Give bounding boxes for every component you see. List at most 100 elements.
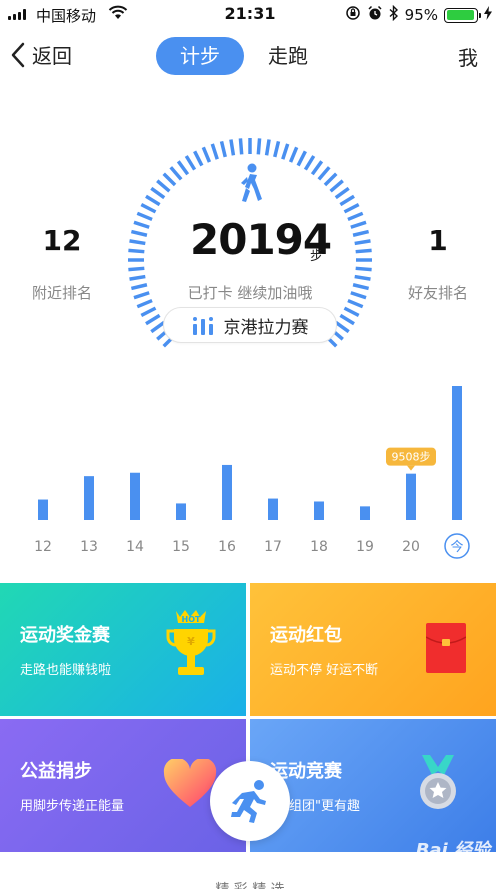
gauge-tick: [352, 229, 370, 237]
nearby-rank[interactable]: 12: [12, 224, 112, 257]
gauge-tick: [355, 248, 372, 254]
gauge-tick: [210, 143, 219, 160]
medal-icon: [416, 755, 460, 815]
start-run-button[interactable]: [210, 761, 290, 841]
gauge-tick: [145, 313, 161, 326]
chart-bar[interactable]: [38, 499, 48, 520]
chart-tick-label: 13: [80, 539, 98, 555]
bar-stats-icon: [192, 317, 213, 335]
card-title: 运动红包: [270, 625, 342, 646]
card-charity-steps[interactable]: 公益捐步 用脚步传递正能量: [0, 719, 246, 852]
trophy-icon: HOT ¥: [166, 609, 216, 689]
running-person-icon: [231, 780, 266, 823]
gauge-tick: [133, 220, 150, 229]
gauge-tick: [145, 194, 161, 207]
gauge-tick: [354, 239, 371, 246]
chart-tick-label: 16: [218, 539, 236, 555]
chart-bar[interactable]: [268, 498, 278, 520]
gauge-tick: [150, 186, 166, 200]
chart-tick-label: 今: [450, 539, 463, 555]
gauge-tick: [343, 203, 360, 214]
gauge-tick: [238, 138, 244, 155]
chevron-left-icon: [11, 42, 25, 67]
chart-tick-label: 20: [402, 539, 420, 555]
hot-badge: HOT: [182, 615, 201, 624]
gauge-tick: [156, 179, 171, 193]
gauge-tick: [288, 146, 299, 163]
gauge-tick: [347, 211, 364, 222]
chart-bar[interactable]: [176, 503, 186, 520]
red-envelope-icon: [425, 623, 467, 677]
chart-tick-label: 19: [356, 539, 374, 555]
race-label: 京港拉力赛: [223, 317, 309, 338]
chart-tick-label: 12: [34, 539, 52, 555]
gauge-tick: [140, 203, 157, 214]
gauge-tick: [354, 274, 371, 281]
card-subtitle: 运动不停 好运不断: [270, 663, 379, 678]
card-title: 公益捐步: [20, 761, 92, 782]
bluetooth-icon: [389, 4, 399, 25]
chart-tick-label: 14: [126, 539, 144, 555]
gauge-tick: [229, 139, 236, 156]
alarm-icon: [367, 5, 383, 25]
gauge-tick: [310, 160, 324, 176]
card-step-bonus-race[interactable]: 运动奖金赛 走路也能赚钱啦 HOT ¥: [0, 583, 246, 716]
gauge-tick: [355, 266, 372, 272]
nav-bar: 返回 计步 走跑 我: [0, 34, 500, 78]
gauge-tick: [129, 239, 146, 246]
gauge-tick: [130, 229, 148, 237]
status-bar: 中国移动 21:31 95%: [0, 0, 500, 28]
gauge-tick: [329, 179, 344, 193]
card-subtitle: 用脚步传递正能量: [20, 799, 125, 814]
chart-bar[interactable]: [84, 476, 94, 520]
watermark: Bai 经验: [415, 840, 490, 861]
race-button[interactable]: 京港拉力赛: [163, 307, 337, 343]
gauge-tick: [129, 274, 146, 281]
chart-bar[interactable]: [406, 473, 416, 520]
gauge-tick: [184, 155, 197, 171]
chart-tick-label: 17: [264, 539, 282, 555]
gauge-tick: [201, 146, 212, 163]
tab-bar: 计步 走跑: [156, 37, 332, 75]
chart-bar[interactable]: [452, 386, 462, 520]
chart-tick-label: 18: [310, 539, 328, 555]
gauge-tick: [169, 166, 183, 181]
gauge-tick: [273, 140, 281, 158]
gauge-tick: [317, 166, 331, 181]
gauge-tick: [128, 266, 145, 272]
gauge-tick: [256, 138, 262, 155]
chart-tick-label: 15: [172, 539, 190, 555]
chart-bar[interactable]: [222, 464, 232, 520]
card-subtitle: 走路也能赚钱啦: [20, 663, 112, 678]
gauge-tick: [281, 143, 290, 160]
walking-person-icon: [236, 163, 264, 207]
chart-bar[interactable]: [130, 472, 140, 520]
back-button[interactable]: 返回: [10, 40, 72, 69]
battery-percent: 95%: [404, 6, 438, 24]
tab-walk-run[interactable]: 走跑: [244, 37, 332, 75]
gauge-tick: [128, 248, 145, 254]
gauge-tick: [343, 306, 360, 317]
gauge-tick: [219, 140, 227, 158]
gauge-tick: [264, 139, 271, 156]
tab-step-count[interactable]: 计步: [156, 37, 244, 75]
gauge-tick: [140, 306, 157, 317]
gauge-tick: [193, 150, 204, 167]
gauge-tick: [334, 320, 350, 334]
svg-text:¥: ¥: [187, 635, 195, 648]
gauge-tick: [334, 186, 350, 200]
chart-bar[interactable]: [314, 501, 324, 520]
gauge-tick: [162, 172, 177, 187]
back-label: 返回: [32, 44, 72, 68]
me-button[interactable]: 我: [458, 42, 478, 71]
tooltip-pointer: [407, 465, 415, 471]
card-sport-red-envelope[interactable]: 运动红包 运动不停 好运不断: [250, 583, 496, 716]
gauge-tick: [323, 172, 338, 187]
charging-icon: [484, 6, 492, 24]
friend-rank[interactable]: 1: [388, 224, 488, 257]
gauge-tick: [350, 220, 367, 229]
chart-bar[interactable]: [360, 506, 370, 520]
battery-icon: [444, 7, 481, 23]
value-label: 9508步: [392, 451, 431, 464]
gauge-tick: [296, 150, 307, 167]
